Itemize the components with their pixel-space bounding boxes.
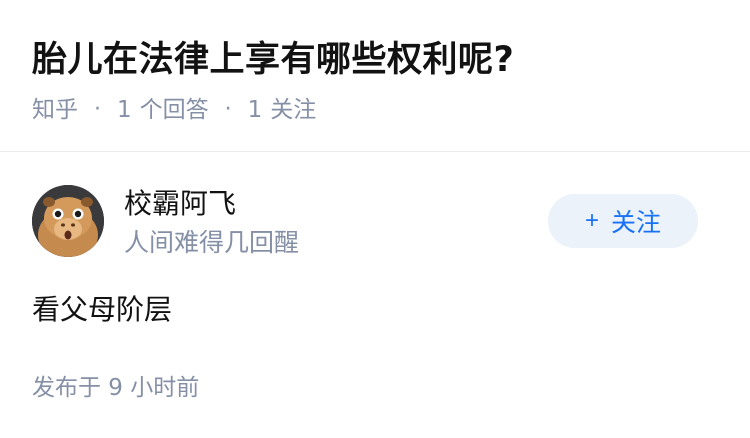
plus-icon: + bbox=[584, 207, 599, 234]
question-title[interactable]: 胎儿在法律上享有哪些权利呢? bbox=[32, 36, 514, 84]
question-header: 胎儿在法律上享有哪些权利呢? 知乎 · 1 个回答 · 1 关注 bbox=[32, 0, 718, 151]
separator-dot: · bbox=[94, 97, 101, 122]
follower-count-label[interactable]: 关注 bbox=[270, 94, 316, 126]
separator-dot: · bbox=[224, 97, 232, 122]
answer-content[interactable]: 看父母阶层 bbox=[32, 290, 172, 330]
answer-count-label[interactable]: 个回答 bbox=[140, 94, 209, 126]
answer-card: 校霸阿飞 人间难得几回醒 + 关注 看父母阶层 发布于 9 小时前 bbox=[0, 152, 750, 438]
question-meta: 知乎 · 1 个回答 · 1 关注 bbox=[32, 94, 316, 126]
capybara-avatar-icon bbox=[32, 185, 104, 257]
author-name[interactable]: 校霸阿飞 bbox=[124, 186, 236, 222]
answer-timestamp: 发布于 9 小时前 bbox=[32, 375, 200, 401]
author-bio: 人间难得几回醒 bbox=[124, 228, 300, 257]
answer-count: 1 bbox=[117, 97, 132, 123]
follow-button-label: 关注 bbox=[611, 209, 662, 237]
follow-button[interactable]: + 关注 bbox=[548, 194, 698, 248]
avatar[interactable] bbox=[32, 185, 104, 257]
follower-count: 1 bbox=[247, 97, 263, 123]
source-label[interactable]: 知乎 bbox=[32, 94, 78, 126]
